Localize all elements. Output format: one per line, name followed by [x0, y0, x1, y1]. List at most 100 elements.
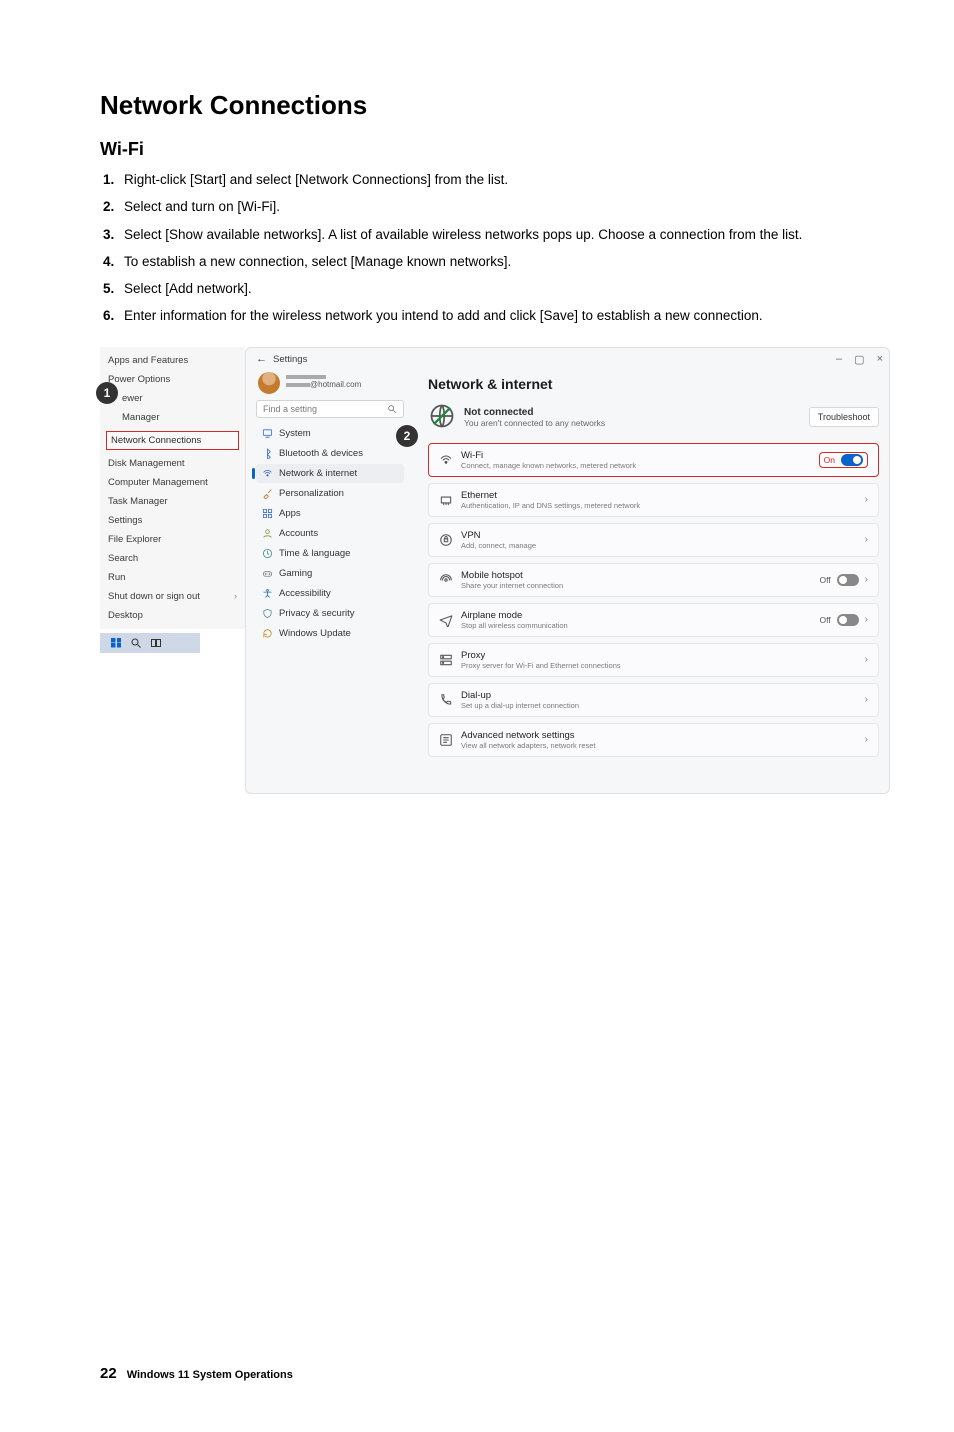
advanced-icon — [439, 733, 453, 747]
taskview-icon — [150, 637, 162, 649]
avatar — [258, 372, 280, 394]
chevron-right-icon: › — [865, 694, 868, 705]
start-button[interactable] — [110, 637, 122, 649]
status-subtitle: You aren't connected to any networks — [464, 418, 605, 428]
step-item: Select [Add network]. — [118, 279, 854, 299]
sidebar-item-label: Network & internet — [279, 468, 357, 479]
settings-search-input[interactable]: Find a setting — [256, 400, 404, 418]
setting-row-mobile-hotspot[interactable]: Mobile hotspotShare your internet connec… — [428, 563, 879, 597]
sidebar-item-gaming[interactable]: Gaming — [256, 564, 404, 583]
chevron-right-icon: › — [865, 574, 868, 585]
sidebar-item-bluetooth-devices[interactable]: Bluetooth & devices — [256, 444, 404, 463]
callout-2-badge: 2 — [396, 425, 418, 447]
setting-row-right: › — [865, 734, 868, 745]
monitor-icon — [262, 428, 273, 439]
ctx-item[interactable]: Search — [100, 549, 245, 568]
settings-window: 2 ← Settings – ▢ × — [245, 347, 890, 794]
proxy-icon — [439, 653, 453, 667]
settings-main: Network & internet Not connected You are… — [410, 370, 879, 763]
ctx-item[interactable]: Run — [100, 568, 245, 587]
shield-icon — [262, 608, 273, 619]
section-title: Wi-Fi — [100, 139, 854, 160]
step-item: Enter information for the wireless netwo… — [118, 306, 854, 326]
sidebar-item-time-language[interactable]: Time & language — [256, 544, 404, 563]
setting-row-right: Off› — [819, 614, 868, 626]
setting-row-title: VPN — [461, 530, 536, 541]
toggle-label: Off — [819, 575, 830, 585]
sidebar-item-label: Time & language — [279, 548, 350, 559]
sidebar-item-label: Bluetooth & devices — [279, 448, 363, 459]
toggle-switch[interactable] — [837, 614, 859, 626]
sidebar-item-apps[interactable]: Apps — [256, 504, 404, 523]
setting-row-subtitle: Proxy server for Wi-Fi and Ethernet conn… — [461, 661, 621, 670]
screenshot: 1 Apps and Features Power Options ewer M… — [100, 347, 890, 794]
sidebar-item-network-internet[interactable]: Network & internet — [256, 464, 404, 483]
accessibility-icon — [262, 588, 273, 599]
back-button[interactable]: ← — [256, 353, 267, 365]
minimize-button[interactable]: – — [836, 353, 842, 366]
footer-label: Windows 11 System Operations — [127, 1369, 293, 1381]
page-title: Network Connections — [100, 90, 854, 121]
vpn-icon — [439, 533, 453, 547]
setting-row-dial-up[interactable]: Dial-upSet up a dial-up internet connect… — [428, 683, 879, 717]
search-placeholder: Find a setting — [263, 404, 317, 414]
sidebar-item-accessibility[interactable]: Accessibility — [256, 584, 404, 603]
brush-icon — [262, 488, 273, 499]
setting-row-wi-fi[interactable]: Wi-FiConnect, manage known networks, met… — [428, 443, 879, 477]
ctx-item[interactable]: Apps and Features — [100, 351, 245, 370]
sidebar-item-privacy-security[interactable]: Privacy & security — [256, 604, 404, 623]
bluetooth-icon — [262, 448, 273, 459]
setting-row-proxy[interactable]: ProxyProxy server for Wi-Fi and Ethernet… — [428, 643, 879, 677]
maximize-button[interactable]: ▢ — [854, 353, 864, 366]
toggle-switch[interactable] — [837, 574, 859, 586]
sidebar-item-label: Apps — [279, 508, 301, 519]
toggle-label: Off — [819, 615, 830, 625]
ctx-item[interactable]: Desktop — [100, 606, 245, 625]
close-button[interactable]: × — [877, 353, 883, 366]
step-item: To establish a new connection, select [M… — [118, 252, 854, 272]
user-icon — [262, 528, 273, 539]
game-icon — [262, 568, 273, 579]
profile-email: @hotmail.com — [286, 380, 361, 389]
profile-name-redacted — [286, 375, 326, 379]
sidebar-item-label: Personalization — [279, 488, 344, 499]
sidebar-item-system[interactable]: System — [256, 424, 404, 443]
ctx-item[interactable]: Power Options — [100, 370, 245, 389]
profile-block[interactable]: @hotmail.com — [258, 372, 404, 394]
setting-row-title: Proxy — [461, 650, 621, 661]
start-context-menu: Apps and Features Power Options ewer Man… — [100, 347, 245, 629]
setting-row-ethernet[interactable]: EthernetAuthentication, IP and DNS setti… — [428, 483, 879, 517]
ctx-item[interactable]: Disk Management — [100, 454, 245, 473]
taskbar-taskview-button[interactable] — [150, 637, 162, 649]
ctx-item-label: Shut down or sign out — [108, 591, 200, 602]
setting-row-airplane-mode[interactable]: Airplane modeStop all wireless communica… — [428, 603, 879, 637]
ctx-item-network-connections[interactable]: Network Connections — [106, 431, 239, 450]
sidebar-item-accounts[interactable]: Accounts — [256, 524, 404, 543]
ethernet-icon — [439, 493, 453, 507]
window-title: Settings — [273, 354, 307, 365]
step-item: Right-click [Start] and select [Network … — [118, 170, 854, 190]
setting-row-title: Mobile hotspot — [461, 570, 563, 581]
ctx-item[interactable]: Computer Management — [100, 473, 245, 492]
sidebar-item-personalization[interactable]: Personalization — [256, 484, 404, 503]
troubleshoot-button[interactable]: Troubleshoot — [809, 407, 879, 427]
ctx-item-signout[interactable]: Shut down or sign out › — [100, 587, 245, 606]
taskbar-search-button[interactable] — [130, 637, 142, 649]
sidebar-item-windows-update[interactable]: Windows Update — [256, 624, 404, 643]
sidebar-item-label: Accessibility — [279, 588, 331, 599]
ctx-item[interactable]: Settings — [100, 511, 245, 530]
chevron-right-icon: › — [865, 494, 868, 505]
status-title: Not connected — [464, 407, 605, 418]
setting-row-advanced-network-settings[interactable]: Advanced network settingsView all networ… — [428, 723, 879, 757]
ctx-item[interactable]: Manager — [100, 408, 245, 427]
chevron-right-icon: › — [234, 591, 237, 601]
setting-row-right: On — [819, 452, 868, 468]
setting-row-right: › — [865, 534, 868, 545]
toggle-switch[interactable] — [841, 454, 863, 466]
ctx-item[interactable]: ewer — [100, 389, 245, 408]
setting-row-right: › — [865, 654, 868, 665]
ctx-item[interactable]: Task Manager — [100, 492, 245, 511]
ctx-item[interactable]: File Explorer — [100, 530, 245, 549]
sidebar-item-label: System — [279, 428, 311, 439]
setting-row-vpn[interactable]: VPNAdd, connect, manage› — [428, 523, 879, 557]
